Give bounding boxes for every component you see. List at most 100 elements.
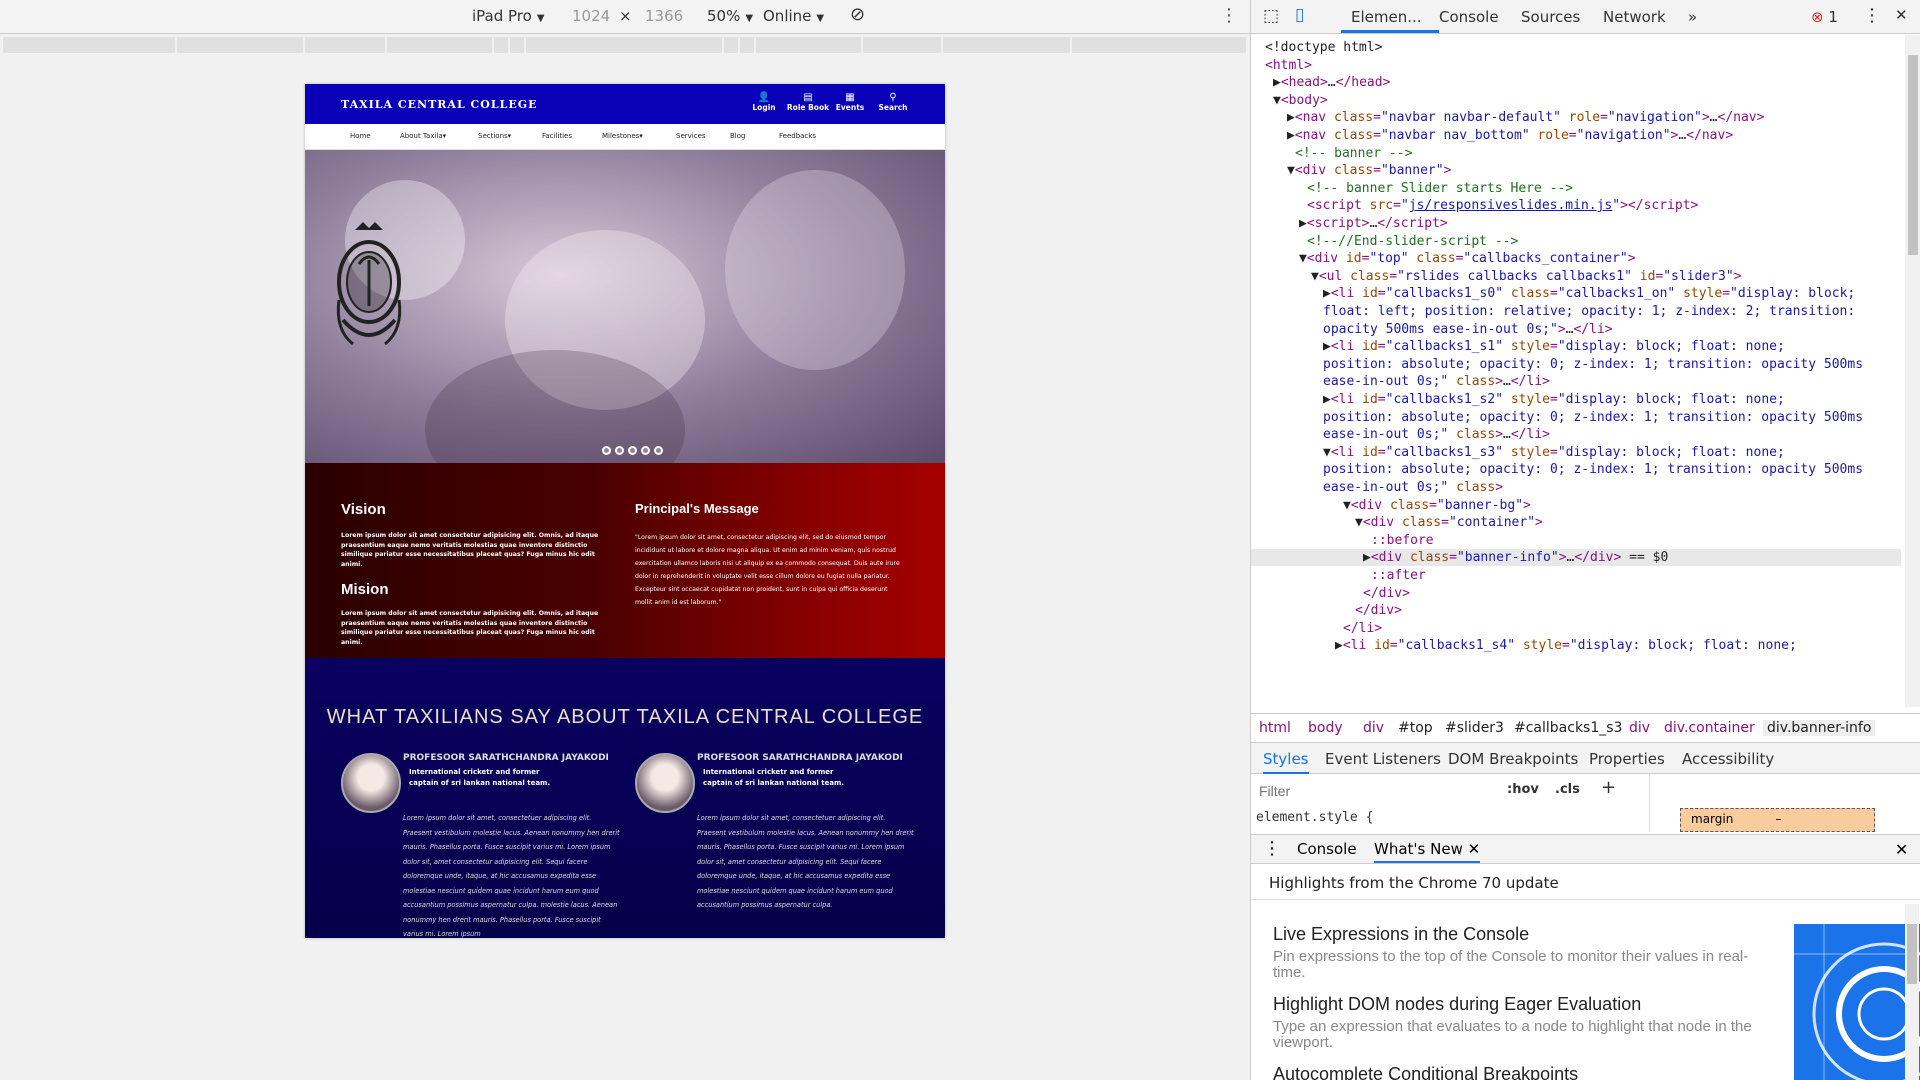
scrollbar-thumb[interactable] — [1908, 55, 1918, 255]
menu-item-home[interactable]: Home — [350, 132, 371, 140]
menu-item-milestones[interactable]: Milestones▾ — [602, 132, 643, 140]
dom-node[interactable]: ▼<ul class="rslides callbacks callbacks1… — [1311, 268, 1742, 285]
media-query-segment[interactable] — [177, 37, 303, 53]
dom-node[interactable]: ▼<div class="banner"> — [1287, 162, 1451, 179]
device-toggle-icon[interactable]: ▯ — [1295, 5, 1304, 25]
breadcrumb-item-selected[interactable]: div.banner-info — [1763, 720, 1876, 736]
dom-node[interactable]: ▶<script>…</script> — [1299, 215, 1448, 232]
menu-item-blog[interactable]: Blog — [730, 132, 745, 140]
dom-node[interactable]: </div> — [1355, 602, 1402, 619]
drawer-menu-icon[interactable]: ⋮ — [1263, 838, 1281, 859]
events-link[interactable]: ▦ Events — [828, 92, 872, 112]
dom-tree-scrollbar[interactable] — [1905, 35, 1920, 707]
dom-node[interactable]: position: absolute; opacity: 0; z-index:… — [1323, 356, 1863, 373]
dom-node[interactable]: ease-in-out 0s;" class>…</li> — [1323, 426, 1550, 443]
dom-tree[interactable]: <!doctype html> <html> ▶<head>…</head> ▼<bo… — [1251, 35, 1901, 707]
media-query-segment[interactable] — [756, 37, 861, 53]
media-query-bar[interactable] — [0, 35, 1250, 59]
menu-item-facilities[interactable]: Facilities — [542, 132, 572, 140]
menu-item-services[interactable]: Services — [676, 132, 706, 140]
tab-styles[interactable]: Styles — [1263, 750, 1309, 774]
dom-node[interactable]: position: absolute; opacity: 0; z-index:… — [1323, 461, 1863, 478]
whats-new-item[interactable]: Autocomplete Conditional Breakpoints — [1273, 1064, 1773, 1080]
tab-event-listeners[interactable]: Event Listeners — [1325, 750, 1441, 768]
dom-node[interactable]: ▶<head>…</head> — [1273, 74, 1390, 91]
tab-network[interactable]: Network — [1603, 8, 1666, 26]
media-query-segment[interactable] — [526, 37, 722, 53]
tab-console[interactable]: Console — [1439, 8, 1499, 26]
dom-node[interactable]: ▶<li id="callbacks1_s2" style="display: … — [1323, 391, 1785, 408]
tab-properties[interactable]: Properties — [1589, 750, 1665, 768]
media-query-segment[interactable] — [305, 37, 385, 53]
height-input[interactable]: 1366 — [645, 7, 683, 25]
close-tab-icon[interactable]: ✕ — [1468, 840, 1481, 858]
role-book-link[interactable]: ▤ Role Book — [786, 92, 830, 112]
slider-dot[interactable] — [602, 446, 611, 455]
login-link[interactable]: 👤 Login — [742, 92, 786, 112]
scrollbar-thumb[interactable] — [1907, 924, 1917, 984]
kebab-menu-icon[interactable]: ⋮ — [1863, 5, 1881, 26]
breadcrumb-item[interactable]: html — [1259, 720, 1291, 736]
close-drawer-icon[interactable]: ✕ — [1895, 840, 1908, 859]
dom-node[interactable]: </div> — [1363, 585, 1410, 602]
whats-new-item[interactable]: Highlight DOM nodes during Eager Evaluat… — [1273, 994, 1773, 1051]
dom-node[interactable]: <script src="js/responsiveslides.min.js"… — [1307, 197, 1698, 214]
more-tabs-button[interactable]: » — [1688, 8, 1697, 26]
dom-node[interactable]: ease-in-out 0s;" class> — [1323, 479, 1503, 496]
error-counter[interactable]: ⊗ 1 — [1811, 8, 1838, 26]
zoom-select[interactable]: 50% ▼ — [707, 7, 753, 25]
dom-node[interactable]: <html> — [1265, 57, 1312, 74]
tab-dom-breakpoints[interactable]: DOM Breakpoints — [1448, 750, 1578, 768]
rotate-icon[interactable]: ⊘ — [850, 4, 865, 25]
media-query-segment[interactable] — [740, 37, 754, 53]
dom-node[interactable]: <!--//End-slider-script --> — [1307, 233, 1518, 250]
dom-node[interactable]: ::before — [1371, 532, 1434, 549]
dom-node[interactable]: ▼<body> — [1273, 92, 1328, 109]
network-select[interactable]: Online ▼ — [763, 7, 824, 25]
slider-dot[interactable] — [628, 446, 637, 455]
dom-node[interactable]: ease-in-out 0s;" class>…</li> — [1323, 373, 1550, 390]
dom-node[interactable]: ▶<li id="callbacks1_s0" class="callbacks… — [1323, 285, 1855, 302]
dom-node-selected[interactable]: ▶<div class="banner-info">…</div> == $0 — [1251, 549, 1901, 567]
menu-item-sections[interactable]: Sections▾ — [478, 132, 511, 140]
hov-toggle[interactable]: :hov — [1507, 782, 1539, 797]
banner-slider[interactable] — [305, 150, 945, 463]
breadcrumb-item[interactable]: div — [1363, 720, 1384, 736]
dom-node[interactable]: opacity 500ms ease-in-out 0s;">…</li> — [1323, 321, 1613, 338]
dom-node[interactable]: <!doctype html> — [1265, 39, 1382, 56]
inspect-element-icon[interactable]: ⬚ — [1263, 6, 1279, 26]
dom-node[interactable]: ▶<li id="callbacks1_s4" style="display: … — [1335, 637, 1797, 654]
whats-new-item[interactable]: Live Expressions in the Console Pin expr… — [1273, 924, 1773, 981]
media-query-segment[interactable] — [510, 37, 524, 53]
close-icon[interactable]: ✕ — [1895, 6, 1908, 24]
media-query-segment[interactable] — [943, 37, 1070, 53]
dom-node[interactable]: position: absolute; opacity: 0; z-index:… — [1323, 409, 1863, 426]
media-query-segment[interactable] — [724, 37, 738, 53]
cls-toggle[interactable]: .cls — [1555, 782, 1580, 797]
media-query-segment[interactable] — [1072, 37, 1246, 53]
breadcrumb-item[interactable]: div — [1629, 720, 1650, 736]
dom-node[interactable]: <!-- banner Slider starts Here --> — [1307, 180, 1573, 197]
drawer-tab-console[interactable]: Console — [1297, 840, 1357, 858]
width-input[interactable]: 1024 — [572, 7, 610, 25]
device-select[interactable]: iPad Pro ▼ — [472, 7, 545, 25]
breadcrumb-item[interactable]: div.container — [1664, 720, 1755, 736]
styles-filter-input[interactable] — [1259, 780, 1499, 802]
breadcrumb-item[interactable]: #top — [1398, 720, 1433, 736]
add-style-rule-icon[interactable]: + — [1601, 777, 1616, 798]
dom-node[interactable]: <!-- banner --> — [1295, 145, 1412, 162]
breadcrumb-item[interactable]: body — [1308, 720, 1343, 736]
dom-node[interactable]: ▶<nav class="navbar navbar-default" role… — [1287, 109, 1764, 126]
slider-dot[interactable] — [641, 446, 650, 455]
drawer-tab-whats-new[interactable]: What's New ✕ — [1374, 840, 1481, 863]
dom-node[interactable]: ▶<li id="callbacks1_s1" style="display: … — [1323, 338, 1785, 355]
dom-node[interactable]: ▼<div class="container"> — [1355, 514, 1543, 531]
dom-node[interactable]: ▶<nav class="navbar nav_bottom" role="na… — [1287, 127, 1733, 144]
menu-item-feedbacks[interactable]: Feedbacks — [779, 132, 816, 140]
drawer-scrollbar[interactable] — [1905, 904, 1919, 1080]
dom-node[interactable]: ▼<div class="banner-bg"> — [1343, 497, 1531, 514]
dom-node[interactable]: float: left; position: relative; opacity… — [1323, 303, 1855, 320]
menu-item-about[interactable]: About Taxila▾ — [400, 132, 446, 140]
slider-dot[interactable] — [654, 446, 663, 455]
emulated-viewport[interactable]: TAXILA CENTRAL COLLEGE 👤 Login ▤ Role Book… — [305, 84, 945, 938]
